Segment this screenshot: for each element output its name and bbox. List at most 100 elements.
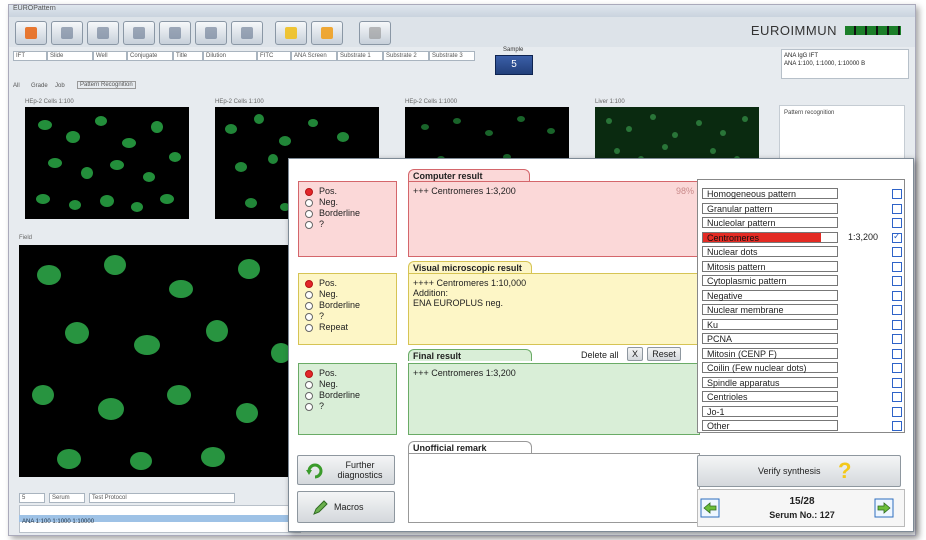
pattern-item[interactable]: Mitosin (CENP F): [702, 347, 838, 359]
pattern-checkbox[interactable]: [892, 377, 902, 388]
verify-synthesis-button[interactable]: Verify synthesis ?: [697, 455, 901, 487]
final-option-borderline[interactable]: Borderline: [303, 390, 396, 401]
view-tab-job[interactable]: Job: [55, 83, 65, 89]
pattern-item[interactable]: Spindle apparatus: [702, 376, 838, 388]
visual-option-pos[interactable]: Pos.: [303, 278, 396, 289]
pattern-checkbox[interactable]: [892, 305, 902, 315]
pattern-item[interactable]: Nuclear dots: [702, 246, 838, 257]
pattern-item[interactable]: Jo-1: [702, 405, 838, 417]
pattern-checkbox[interactable]: [892, 276, 902, 286]
pattern-item[interactable]: Nuclear membrane: [702, 304, 838, 315]
remark-box[interactable]: [408, 453, 700, 523]
pattern-checkbox[interactable]: [892, 261, 902, 272]
macros-button[interactable]: Macros: [297, 491, 395, 523]
view-tab-pattern[interactable]: Pattern Recognition: [77, 81, 136, 89]
field-dilution[interactable]: Dilution: [203, 51, 257, 61]
pattern-item[interactable]: Cytoplasmic pattern: [702, 275, 838, 286]
scan-button-4[interactable]: [159, 21, 191, 45]
pattern-checkbox[interactable]: [892, 392, 902, 402]
option-label: ?: [319, 401, 325, 411]
visual-option-repeat[interactable]: Repeat: [303, 322, 396, 333]
pattern-item[interactable]: PCNA: [702, 333, 838, 344]
final-option-unknown[interactable]: ?: [303, 401, 396, 412]
pattern-checkbox[interactable]: [892, 189, 902, 199]
field-title[interactable]: Title: [173, 51, 203, 61]
radio-icon: [305, 291, 313, 299]
next-icon[interactable]: [874, 498, 894, 518]
further-diagnostics-label: Further diagnostics: [337, 460, 383, 480]
further-diagnostics-button[interactable]: Further diagnostics: [297, 455, 395, 485]
field-ana-screen[interactable]: ANA Screen: [291, 51, 337, 61]
field-substrate-1[interactable]: Substrate 1: [337, 51, 383, 61]
final-result-tab[interactable]: Final result: [408, 349, 532, 361]
pattern-checkbox[interactable]: [892, 218, 902, 228]
field-substrate-2[interactable]: Substrate 2: [383, 51, 429, 61]
scan-button-5[interactable]: [195, 21, 227, 45]
computer-option-borderline[interactable]: Borderline: [303, 208, 396, 219]
pattern-checkbox[interactable]: [892, 334, 902, 344]
bottom-field-1[interactable]: 5: [19, 493, 45, 503]
computer-option-neg[interactable]: Neg.: [303, 197, 396, 208]
main-image[interactable]: [19, 245, 297, 477]
scan-button-3[interactable]: [123, 21, 155, 45]
pattern-checkbox[interactable]: [892, 203, 902, 214]
scan-button-1[interactable]: [51, 21, 83, 45]
bottom-field-3[interactable]: Test Protocol: [89, 493, 235, 503]
computer-option-pos[interactable]: Pos.: [303, 186, 396, 197]
pattern-checkbox[interactable]: [892, 421, 902, 431]
visual-option-borderline[interactable]: Borderline: [303, 300, 396, 311]
field-fitc[interactable]: FITC: [257, 51, 291, 61]
scan-button-6[interactable]: [231, 21, 263, 45]
bulb-button[interactable]: [275, 21, 307, 45]
thumbnail-1[interactable]: [25, 107, 189, 219]
clear-x-button[interactable]: X: [627, 347, 643, 361]
pattern-item[interactable]: Other: [702, 420, 838, 431]
bottom-field-2[interactable]: Serum: [49, 493, 85, 503]
window-title: EUROPattern: [13, 5, 56, 12]
computer-result-tab[interactable]: Computer result: [408, 169, 530, 181]
field-ift[interactable]: IFT: [13, 51, 47, 61]
pattern-item[interactable]: Centrioles: [702, 391, 838, 402]
visual-result-text: ++++ Centromeres 1:10,000 Addition: ENA …: [413, 278, 527, 308]
visual-result-box[interactable]: ++++ Centromeres 1:10,000 Addition: ENA …: [408, 273, 700, 345]
remark-tab[interactable]: Unofficial remark: [408, 441, 532, 453]
scan-button-2[interactable]: [87, 21, 119, 45]
field-substrate-3[interactable]: Substrate 3: [429, 51, 475, 61]
arrow-button[interactable]: [311, 21, 343, 45]
view-tab-all[interactable]: All: [13, 83, 20, 89]
previous-icon[interactable]: [700, 498, 720, 518]
pattern-checkbox[interactable]: [892, 231, 902, 243]
pattern-checkbox[interactable]: [892, 406, 902, 417]
final-result-box[interactable]: +++ Centromeres 1:3,200: [408, 363, 700, 435]
table-row[interactable]: ANA 1:100 1:1000 1:10000: [19, 515, 299, 525]
final-option-pos[interactable]: Pos.: [303, 368, 396, 379]
pattern-item[interactable]: Ku: [702, 318, 838, 330]
pattern-item[interactable]: Nucleolar pattern: [702, 217, 838, 228]
final-option-neg[interactable]: Neg.: [303, 379, 396, 390]
pattern-checkbox[interactable]: [892, 247, 902, 257]
pattern-list: Homogeneous pattern Granular pattern Nucle…: [697, 179, 905, 433]
visual-result-tab[interactable]: Visual microscopic result: [408, 261, 532, 273]
view-tab-grade[interactable]: Grade: [31, 83, 48, 89]
pattern-item[interactable]: Mitosis pattern: [702, 260, 838, 272]
pattern-item[interactable]: Centromeres: [702, 231, 838, 243]
computer-option-unknown[interactable]: ?: [303, 219, 396, 230]
home-button[interactable]: [15, 21, 47, 45]
pattern-item[interactable]: Homogeneous pattern: [702, 188, 838, 199]
option-label: ?: [319, 311, 325, 321]
pattern-item[interactable]: Negative: [702, 289, 838, 301]
pattern-checkbox[interactable]: [892, 319, 902, 330]
sample-counter: 5: [495, 55, 533, 75]
pattern-checkbox[interactable]: [892, 363, 902, 373]
pattern-checkbox[interactable]: [892, 348, 902, 359]
reset-button[interactable]: Reset: [647, 347, 681, 361]
pause-button[interactable]: [359, 21, 391, 45]
field-conjugate[interactable]: Conjugate: [127, 51, 173, 61]
visual-option-neg[interactable]: Neg.: [303, 289, 396, 300]
field-well[interactable]: Well: [93, 51, 127, 61]
pattern-checkbox[interactable]: [892, 290, 902, 301]
visual-option-unknown[interactable]: ?: [303, 311, 396, 322]
field-slide[interactable]: Slide: [47, 51, 93, 61]
pattern-item[interactable]: Coilin (Few nuclear dots): [702, 362, 838, 373]
pattern-item[interactable]: Granular pattern: [702, 202, 838, 214]
